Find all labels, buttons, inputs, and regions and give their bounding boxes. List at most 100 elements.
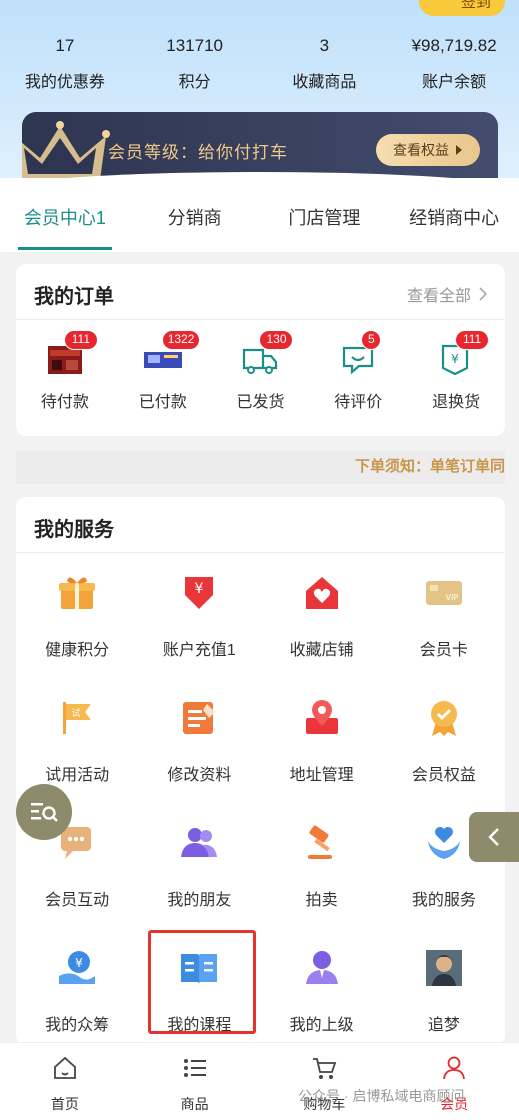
chevron-right-icon bbox=[479, 287, 487, 301]
stat-value: ¥98,719.82 bbox=[411, 36, 497, 55]
tab-dealer-center[interactable]: 经销商中心 bbox=[389, 178, 519, 250]
service-label: 拍卖 bbox=[305, 892, 338, 909]
services-grid: 健康积分 ¥ 账户充值1 收藏店铺 VIP 会员卡 试 试用活动 修改资料 地址… bbox=[16, 559, 505, 1059]
service-member-benefits[interactable]: 会员权益 bbox=[383, 684, 505, 809]
service-label: 收藏店铺 bbox=[289, 642, 354, 659]
superior-user-icon bbox=[305, 951, 338, 984]
order-status-row: 111 待付款 1322 已付款 130 已发货 5 待评价 ¥ 111 退换货 bbox=[16, 330, 505, 412]
count-badge: 130 bbox=[259, 330, 294, 350]
tab-member-center[interactable]: 会员中心1 bbox=[0, 178, 130, 250]
service-label: 健康积分 bbox=[45, 642, 110, 659]
svg-text:¥: ¥ bbox=[451, 352, 459, 366]
count-badge: 111 bbox=[63, 330, 98, 350]
member-level-text: 会员等级：给你付打车 bbox=[108, 143, 288, 162]
refund-icon: ¥ 111 bbox=[437, 330, 490, 378]
svg-text:VIP: VIP bbox=[446, 593, 459, 602]
floating-search-button[interactable] bbox=[16, 784, 72, 840]
service-label: 修改资料 bbox=[167, 767, 232, 784]
role-tabs: 会员中心1 分销商 门店管理 经销商中心 bbox=[0, 178, 519, 250]
stat-value: 17 bbox=[55, 36, 75, 55]
divider bbox=[16, 319, 505, 320]
order-label: 待付款 bbox=[40, 394, 89, 411]
stat-points[interactable]: 131710 积分 bbox=[130, 34, 260, 94]
service-auction[interactable]: 拍卖 bbox=[261, 809, 383, 934]
order-label: 已发货 bbox=[236, 394, 285, 411]
service-label: 地址管理 bbox=[289, 767, 354, 784]
crowdfunding-icon: ¥ bbox=[59, 951, 96, 984]
tab-distributor[interactable]: 分销商 bbox=[130, 178, 260, 250]
service-dream[interactable]: 追梦 bbox=[383, 934, 505, 1059]
watermark-text: 公众号 · 启博私域电商顾问 bbox=[298, 1088, 465, 1104]
svg-text:¥: ¥ bbox=[195, 581, 204, 597]
services-title: 我的服务 bbox=[34, 519, 114, 541]
stats-bar: 17 我的优惠券 131710 积分 3 收藏商品 ¥98,719.82 账户余… bbox=[0, 34, 519, 94]
svg-text:试: 试 bbox=[72, 707, 81, 719]
stat-label: 积分 bbox=[178, 74, 211, 91]
count-badge: 111 bbox=[455, 330, 490, 350]
gift-icon bbox=[59, 577, 96, 609]
nav-cart[interactable]: 购物车 bbox=[260, 1043, 390, 1120]
service-favorite-shops[interactable]: 收藏店铺 bbox=[261, 559, 383, 684]
order-shipped[interactable]: 130 已发货 bbox=[212, 330, 310, 412]
service-crowdfunding[interactable]: ¥ 我的众筹 bbox=[16, 934, 138, 1059]
service-edit-profile[interactable]: 修改资料 bbox=[138, 684, 260, 809]
avatar-thumb-icon bbox=[425, 950, 462, 986]
order-pending-payment[interactable]: 111 待付款 bbox=[16, 330, 114, 412]
count-badge: 1322 bbox=[161, 330, 201, 350]
edit-profile-icon bbox=[183, 702, 216, 734]
service-address[interactable]: 地址管理 bbox=[261, 684, 383, 809]
nav-home[interactable]: 首页 bbox=[0, 1043, 130, 1120]
cart-icon bbox=[313, 1058, 337, 1079]
stat-coupons[interactable]: 17 我的优惠券 bbox=[0, 34, 130, 94]
service-label: 会员互动 bbox=[45, 892, 110, 909]
see-all-orders-link[interactable]: 查看全部 bbox=[407, 282, 487, 306]
floating-back-button[interactable] bbox=[469, 812, 519, 862]
order-returns[interactable]: ¥ 111 退换货 bbox=[407, 330, 505, 412]
service-label: 我的众筹 bbox=[45, 1017, 110, 1034]
location-icon bbox=[305, 700, 338, 734]
stat-label: 我的优惠券 bbox=[24, 74, 105, 91]
view-benefits-button[interactable]: 查看权益 bbox=[376, 134, 480, 166]
order-label: 待评价 bbox=[334, 394, 383, 411]
service-hands-icon bbox=[427, 827, 460, 859]
chevron-left-icon bbox=[488, 828, 499, 846]
service-superior[interactable]: 我的上级 bbox=[261, 934, 383, 1059]
service-recharge[interactable]: ¥ 账户充值1 bbox=[138, 559, 260, 684]
stat-balance[interactable]: ¥98,719.82 账户余额 bbox=[389, 34, 519, 94]
truck-icon: 130 bbox=[241, 330, 294, 378]
auction-hammer-icon bbox=[307, 825, 332, 859]
home-icon bbox=[53, 1056, 76, 1079]
stat-label: 收藏商品 bbox=[292, 74, 357, 91]
service-label: 账户充值1 bbox=[162, 642, 236, 659]
stat-value: 3 bbox=[319, 36, 330, 55]
service-label: 试用活动 bbox=[45, 767, 110, 784]
my-services-card: 我的服务 健康积分 ¥ 账户充值1 收藏店铺 VIP 会员卡 试 试用活动 修改… bbox=[16, 497, 505, 1045]
bottom-navigation: 首页 商品 购物车 会员 bbox=[0, 1042, 519, 1120]
service-label: 我的服务 bbox=[411, 892, 476, 909]
benefit-button-label: 查看权益 bbox=[393, 142, 449, 158]
nav-products[interactable]: 商品 bbox=[130, 1043, 260, 1120]
service-label: 追梦 bbox=[427, 1017, 460, 1034]
vip-card-icon: VIP bbox=[425, 581, 462, 605]
order-to-review[interactable]: 5 待评价 bbox=[309, 330, 407, 412]
nav-member[interactable]: 会员 bbox=[389, 1043, 519, 1120]
order-label: 已付款 bbox=[138, 394, 187, 411]
trial-flag-icon: 试 bbox=[63, 702, 92, 734]
order-paid[interactable]: 1322 已付款 bbox=[114, 330, 212, 412]
stat-value: 131710 bbox=[166, 36, 223, 55]
chat-smile-icon: 5 bbox=[339, 330, 382, 378]
member-center-page: 签到 17 我的优惠券 131710 积分 3 收藏商品 ¥98,719.82 … bbox=[0, 0, 519, 1120]
service-vip-card[interactable]: VIP 会员卡 bbox=[383, 559, 505, 684]
service-health-points[interactable]: 健康积分 bbox=[16, 559, 138, 684]
highlight-box bbox=[148, 930, 256, 1034]
count-badge: 5 bbox=[361, 330, 382, 350]
favorite-shop-icon bbox=[305, 577, 338, 609]
my-orders-card: 我的订单 查看全部 111 待付款 1322 已付款 130 已发货 5 待评价… bbox=[16, 264, 505, 436]
stat-favorites[interactable]: 3 收藏商品 bbox=[260, 34, 390, 94]
service-friends[interactable]: 我的朋友 bbox=[138, 809, 260, 934]
tab-store-management[interactable]: 门店管理 bbox=[260, 178, 390, 250]
stat-label: 账户余额 bbox=[422, 74, 487, 91]
nav-label: 商品 bbox=[180, 1096, 209, 1112]
signin-button[interactable]: 签到 bbox=[419, 0, 505, 16]
search-list-icon bbox=[31, 803, 58, 822]
